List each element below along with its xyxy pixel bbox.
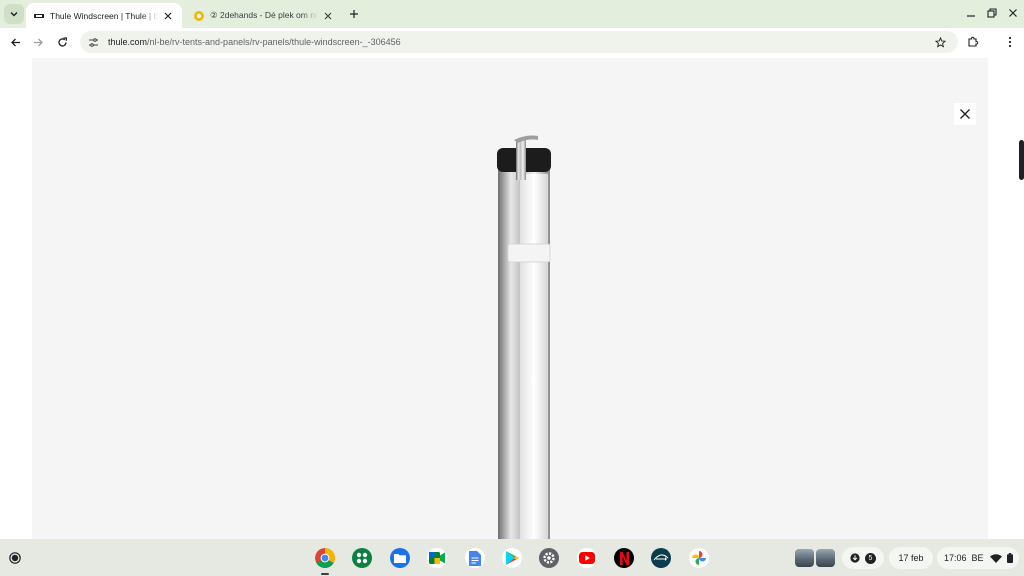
puzzle-icon: [968, 36, 979, 47]
page-scrollbar[interactable]: [1016, 56, 1024, 539]
site-info-icon[interactable]: [86, 35, 100, 49]
tab-strip: Thule Windscreen | Thule | Belgi ② 2deha…: [0, 0, 1024, 28]
new-tab-button[interactable]: [346, 6, 362, 22]
arrow-right-icon: [33, 38, 43, 46]
date-text: 17 feb: [898, 553, 924, 563]
downloads-count-badge: 5: [865, 552, 876, 564]
screenshot-thumbnail[interactable]: [816, 549, 835, 567]
tab-title-text: 2dehands - Dé plek om nieuw: [219, 10, 318, 20]
active-app-indicator: [321, 573, 329, 575]
kebab-menu-icon: [1008, 36, 1012, 48]
os-shelf: 5 17 feb 17:06 BE: [0, 539, 1024, 576]
tab-thule-windscreen[interactable]: Thule Windscreen | Thule | Belgi: [26, 3, 182, 28]
back-button[interactable]: [6, 33, 24, 51]
chevron-down-icon: [10, 12, 18, 17]
launcher-button[interactable]: [6, 549, 24, 567]
netflix-app-icon[interactable]: [614, 548, 634, 568]
time-text: 17:06: [944, 553, 967, 563]
screenshot-thumbnail[interactable]: [795, 549, 814, 567]
google-photos-icon[interactable]: [689, 548, 709, 568]
google-docs-icon[interactable]: [465, 548, 485, 568]
input-method-text: BE: [971, 553, 984, 563]
address-bar[interactable]: thule.com/nl-be/rv-tents-and-panels/rv-p…: [80, 31, 958, 53]
arrow-left-icon: [10, 38, 20, 46]
battery-icon: [1006, 553, 1013, 563]
recent-screenshots[interactable]: [795, 549, 837, 567]
2dehands-favicon-icon: [194, 10, 204, 21]
url-path: /nl-be/rv-tents-and-panels/rv-panels/thu…: [147, 37, 401, 47]
reload-button[interactable]: [53, 33, 71, 51]
close-icon: [960, 109, 970, 119]
close-tab-icon[interactable]: [162, 10, 174, 22]
maximize-button[interactable]: [982, 4, 1002, 22]
minimize-button[interactable]: [961, 4, 981, 22]
extensions-button[interactable]: [964, 33, 982, 51]
close-image-viewer-button[interactable]: [954, 103, 976, 125]
tab-title: Thule Windscreen | Thule | Belgi: [50, 10, 158, 21]
tab-search-button[interactable]: [4, 4, 24, 24]
browser-menu-button[interactable]: [1001, 33, 1019, 51]
close-icon: [1009, 9, 1017, 17]
google-meet-icon[interactable]: [427, 548, 447, 568]
scrollbar-thumb[interactable]: [1019, 140, 1024, 180]
settings-app-icon[interactable]: [539, 548, 559, 568]
web-page: [0, 56, 1024, 539]
files-app-icon[interactable]: [390, 548, 410, 568]
download-icon: [850, 553, 860, 563]
downloads-tray[interactable]: 5: [842, 547, 884, 569]
thule-windscreen-pole-image: [497, 135, 551, 539]
date-tray[interactable]: 17 feb: [889, 547, 933, 569]
close-window-button[interactable]: [1003, 4, 1023, 22]
tab-2dehands[interactable]: ② 2dehands - Dé plek om nieuw: [186, 3, 342, 28]
chrome-app-icon[interactable]: [315, 548, 335, 568]
wifi-icon: [989, 553, 1002, 563]
disney-plus-app-icon[interactable]: [651, 548, 671, 568]
status-tray[interactable]: 17:06 BE: [937, 547, 1019, 569]
thule-favicon-icon: [34, 11, 44, 21]
plus-icon: [350, 10, 358, 18]
bookmark-star-icon[interactable]: [932, 34, 948, 50]
youtube-app-icon[interactable]: [577, 548, 597, 568]
image-viewer: [32, 58, 988, 539]
restore-icon: [987, 8, 997, 18]
url-host: thule.com: [108, 37, 148, 47]
minimize-icon: [967, 15, 975, 17]
reload-icon: [57, 36, 67, 47]
google-apps-icon[interactable]: [352, 548, 372, 568]
launcher-icon: [9, 552, 21, 564]
browser-toolbar: thule.com/nl-be/rv-tents-and-panels/rv-p…: [0, 28, 1024, 56]
url-text: thule.com/nl-be/rv-tents-and-panels/rv-p…: [108, 37, 401, 47]
forward-button[interactable]: [29, 33, 47, 51]
tab-title: ② 2dehands - Dé plek om nieuw: [210, 10, 318, 21]
play-store-icon[interactable]: [502, 548, 522, 568]
close-tab-icon[interactable]: [322, 10, 334, 22]
